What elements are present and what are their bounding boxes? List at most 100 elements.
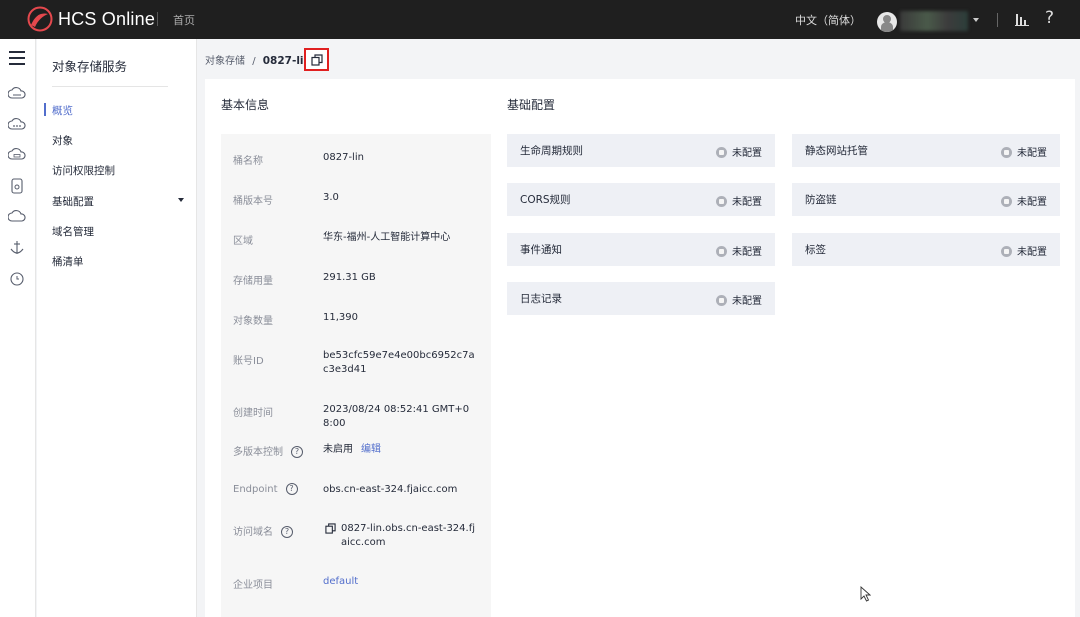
breadcrumb: 对象存储 / 0827-lin <box>205 52 311 67</box>
versioning-label-text: 多版本控制 <box>233 447 283 458</box>
copy-bucket-name-button[interactable] <box>304 48 329 71</box>
bucket-version-value: 3.0 <box>323 192 339 203</box>
versioning-status: 未启用 <box>323 444 353 455</box>
divider <box>997 13 998 27</box>
storage-usage-value: 291.31 GB <box>323 272 376 283</box>
endpoint-label: Endpoint? <box>233 483 298 495</box>
cloud-ops-icon[interactable] <box>8 146 26 164</box>
bucket-version-label: 桶版本号 <box>233 196 273 207</box>
home-link[interactable]: 首页 <box>173 12 195 28</box>
overview-card: 基本信息 基础配置 桶名称 0827-lin 桶版本号 3.0 区域 华东-福州… <box>205 79 1075 617</box>
sidebar-item-domain-management[interactable]: 域名管理 <box>52 224 94 239</box>
chevron-down-icon[interactable] <box>178 198 184 202</box>
top-navigation-bar: HCS Online 首页 中文（简体） ? <box>0 0 1080 39</box>
config-card-static-website[interactable]: 静态网站托管 未配置 <box>792 134 1060 167</box>
breadcrumb-separator: / <box>252 56 256 67</box>
config-name: 标签 <box>805 244 826 256</box>
config-name: CORS规则 <box>520 194 571 206</box>
region-label: 区域 <box>233 236 253 247</box>
bar-chart-icon[interactable] <box>1015 12 1029 26</box>
config-card-tags[interactable]: 标签 未配置 <box>792 233 1060 266</box>
bucket-name-value: 0827-lin <box>323 152 364 163</box>
endpoint-value: obs.cn-east-324.fjaicc.com <box>323 484 458 495</box>
copy-icon[interactable] <box>325 523 336 534</box>
access-domain-label: 访问域名? <box>233 523 293 538</box>
service-icon-rail <box>0 39 36 617</box>
storage-usage-label: 存储用量 <box>233 276 273 287</box>
sidebar-item-inventory[interactable]: 桶清单 <box>52 254 84 269</box>
config-name: 事件通知 <box>520 244 562 256</box>
config-status: 未配置 <box>1001 144 1047 159</box>
logo-icon[interactable] <box>26 6 54 32</box>
status-stop-icon <box>716 246 727 257</box>
status-text: 未配置 <box>732 247 762 258</box>
account-id-label: 账号ID <box>233 356 264 367</box>
sidebar-item-overview[interactable]: 概览 <box>52 103 73 118</box>
divider <box>157 12 158 26</box>
bucket-name-label: 桶名称 <box>233 156 263 167</box>
config-status: 未配置 <box>716 243 762 258</box>
config-card-cors[interactable]: CORS规则 未配置 <box>507 183 775 216</box>
status-text: 未配置 <box>1017 247 1047 258</box>
versioning-label: 多版本控制? <box>233 443 303 458</box>
status-stop-icon <box>1001 246 1012 257</box>
config-status: 未配置 <box>716 144 762 159</box>
avatar[interactable] <box>877 12 897 32</box>
account-id-value: be53cfc59e7e4e00bc6952c7ac3e3d41 <box>323 350 475 375</box>
config-card-hotlink-protection[interactable]: 防盗链 未配置 <box>792 183 1060 216</box>
clock-icon[interactable] <box>8 270 26 288</box>
access-domain-text: 0827-lin.obs.cn-east-324.fjaicc.com <box>341 523 476 548</box>
service-sidebar: 对象存储服务 概览 对象 访问权限控制 基础配置 域名管理 桶清单 <box>37 39 197 617</box>
config-status: 未配置 <box>1001 243 1047 258</box>
object-count-label: 对象数量 <box>233 316 273 327</box>
cloud-dots-icon[interactable] <box>8 116 26 134</box>
chevron-down-icon[interactable] <box>973 18 979 22</box>
question-icon[interactable]: ? <box>291 446 303 458</box>
config-name: 防盗链 <box>805 194 837 206</box>
brand-name[interactable]: HCS Online <box>58 9 155 30</box>
status-text: 未配置 <box>1017 148 1047 159</box>
enterprise-project-link[interactable]: default <box>323 575 478 589</box>
config-card-lifecycle[interactable]: 生命周期规则 未配置 <box>507 134 775 167</box>
config-card-logging[interactable]: 日志记录 未配置 <box>507 282 775 315</box>
basic-config-title: 基础配置 <box>507 98 556 112</box>
config-name: 日志记录 <box>520 293 562 305</box>
config-status: 未配置 <box>1001 193 1047 208</box>
config-card-event-notification[interactable]: 事件通知 未配置 <box>507 233 775 266</box>
status-text: 未配置 <box>732 148 762 159</box>
region-value: 华东-福州-人工智能计算中心 <box>323 232 451 243</box>
access-domain-label-text: 访问域名 <box>233 527 273 538</box>
status-stop-icon <box>1001 147 1012 158</box>
status-text: 未配置 <box>732 197 762 208</box>
status-text: 未配置 <box>1017 197 1047 208</box>
question-icon[interactable]: ? <box>285 483 298 495</box>
help-icon[interactable]: ? <box>1045 8 1054 28</box>
breadcrumb-parent[interactable]: 对象存储 <box>205 56 245 67</box>
question-icon[interactable]: ? <box>281 526 293 538</box>
sidebar-title: 对象存储服务 <box>52 59 128 74</box>
status-stop-icon <box>716 196 727 207</box>
anchor-icon[interactable] <box>8 239 26 257</box>
username-blurred[interactable] <box>900 11 968 31</box>
status-text: 未配置 <box>732 296 762 307</box>
sidebar-item-objects[interactable]: 对象 <box>52 133 73 148</box>
object-count-value: 11,390 <box>323 312 358 323</box>
config-name: 生命周期规则 <box>520 145 583 157</box>
access-domain-value: 0827-lin.obs.cn-east-324.fjaicc.com <box>323 522 478 550</box>
endpoint-label-text: Endpoint <box>233 484 278 495</box>
menu-icon[interactable] <box>9 51 25 65</box>
sidebar-item-basic-config[interactable]: 基础配置 <box>52 194 94 209</box>
config-name: 静态网站托管 <box>805 145 868 157</box>
basic-info-panel: 桶名称 0827-lin 桶版本号 3.0 区域 华东-福州-人工智能计算中心 … <box>221 134 491 617</box>
cloud-icon[interactable] <box>8 85 26 103</box>
storage-box-icon[interactable] <box>8 177 26 195</box>
enterprise-project-label: 企业项目 <box>233 580 273 591</box>
sidebar-item-access-control[interactable]: 访问权限控制 <box>52 163 115 178</box>
language-selector[interactable]: 中文（简体） <box>795 12 861 28</box>
status-stop-icon <box>716 147 727 158</box>
versioning-edit-link[interactable]: 编辑 <box>361 444 381 455</box>
created-time-value: 2023/08/24 08:52:41 GMT+08:00 <box>323 404 470 429</box>
created-time-label: 创建时间 <box>233 408 273 419</box>
cloud-sync-icon[interactable] <box>8 208 26 226</box>
basic-info-title: 基本信息 <box>221 98 270 112</box>
